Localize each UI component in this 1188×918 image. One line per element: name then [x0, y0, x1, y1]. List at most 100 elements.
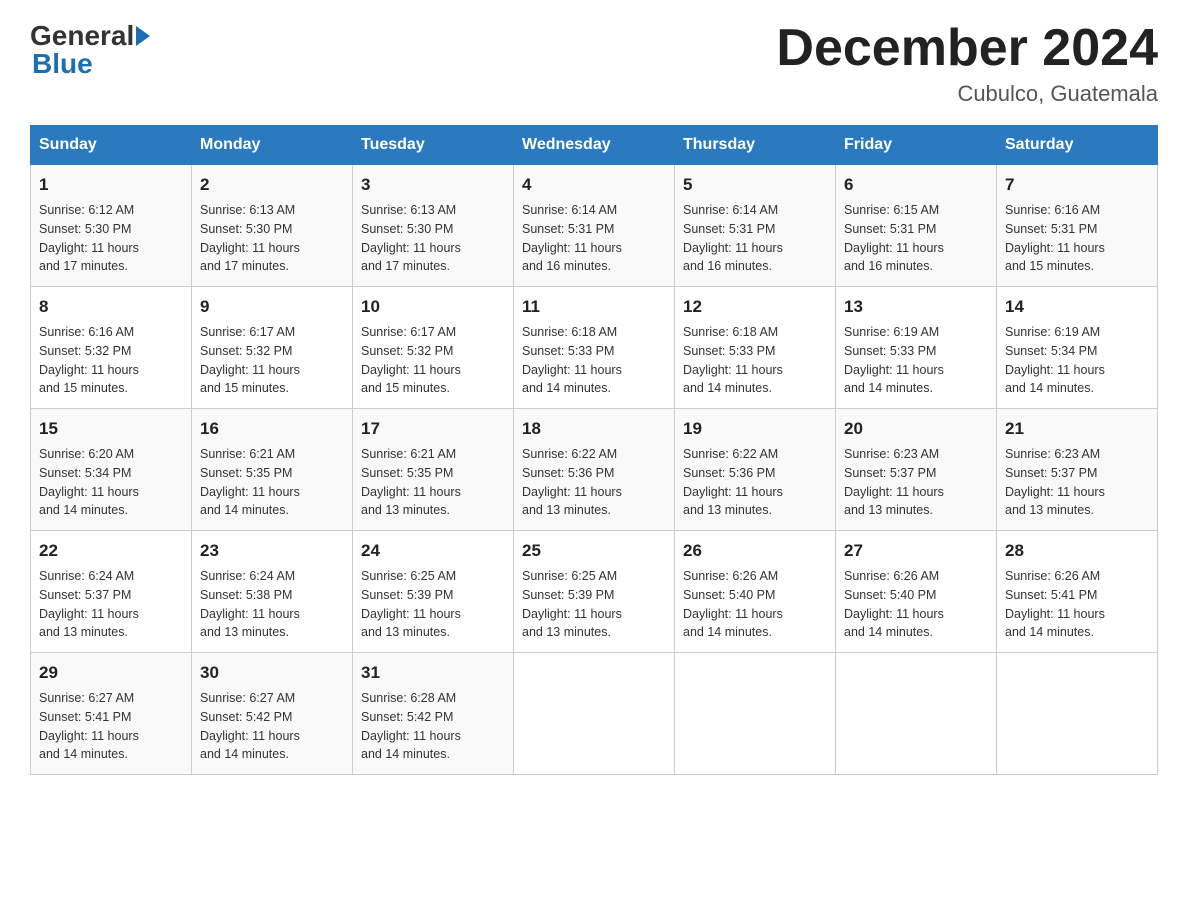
day-info: Sunrise: 6:13 AMSunset: 5:30 PMDaylight:… — [200, 203, 300, 274]
day-number: 25 — [522, 539, 666, 564]
day-number: 7 — [1005, 173, 1149, 198]
col-sunday: Sunday — [31, 126, 192, 165]
day-number: 4 — [522, 173, 666, 198]
calendar-cell — [836, 653, 997, 775]
calendar-cell — [675, 653, 836, 775]
day-info: Sunrise: 6:22 AMSunset: 5:36 PMDaylight:… — [683, 447, 783, 518]
day-number: 10 — [361, 295, 505, 320]
day-info: Sunrise: 6:12 AMSunset: 5:30 PMDaylight:… — [39, 203, 139, 274]
calendar-table: Sunday Monday Tuesday Wednesday Thursday… — [30, 125, 1158, 775]
day-info: Sunrise: 6:27 AMSunset: 5:41 PMDaylight:… — [39, 691, 139, 762]
day-number: 13 — [844, 295, 988, 320]
location: Cubulco, Guatemala — [776, 81, 1158, 107]
day-info: Sunrise: 6:21 AMSunset: 5:35 PMDaylight:… — [200, 447, 300, 518]
day-info: Sunrise: 6:19 AMSunset: 5:33 PMDaylight:… — [844, 325, 944, 396]
day-number: 22 — [39, 539, 183, 564]
col-friday: Friday — [836, 126, 997, 165]
day-info: Sunrise: 6:23 AMSunset: 5:37 PMDaylight:… — [1005, 447, 1105, 518]
calendar-cell: 14 Sunrise: 6:19 AMSunset: 5:34 PMDaylig… — [997, 287, 1158, 409]
page-header: General Blue December 2024 Cubulco, Guat… — [30, 20, 1158, 107]
day-info: Sunrise: 6:25 AMSunset: 5:39 PMDaylight:… — [361, 569, 461, 640]
day-info: Sunrise: 6:15 AMSunset: 5:31 PMDaylight:… — [844, 203, 944, 274]
day-number: 16 — [200, 417, 344, 442]
day-info: Sunrise: 6:27 AMSunset: 5:42 PMDaylight:… — [200, 691, 300, 762]
day-number: 1 — [39, 173, 183, 198]
calendar-cell: 7 Sunrise: 6:16 AMSunset: 5:31 PMDayligh… — [997, 165, 1158, 287]
calendar-week-4: 22 Sunrise: 6:24 AMSunset: 5:37 PMDaylig… — [31, 531, 1158, 653]
calendar-cell: 12 Sunrise: 6:18 AMSunset: 5:33 PMDaylig… — [675, 287, 836, 409]
calendar-cell: 10 Sunrise: 6:17 AMSunset: 5:32 PMDaylig… — [353, 287, 514, 409]
day-info: Sunrise: 6:14 AMSunset: 5:31 PMDaylight:… — [522, 203, 622, 274]
day-info: Sunrise: 6:23 AMSunset: 5:37 PMDaylight:… — [844, 447, 944, 518]
day-info: Sunrise: 6:17 AMSunset: 5:32 PMDaylight:… — [361, 325, 461, 396]
calendar-cell: 11 Sunrise: 6:18 AMSunset: 5:33 PMDaylig… — [514, 287, 675, 409]
day-info: Sunrise: 6:16 AMSunset: 5:32 PMDaylight:… — [39, 325, 139, 396]
day-info: Sunrise: 6:26 AMSunset: 5:40 PMDaylight:… — [844, 569, 944, 640]
col-saturday: Saturday — [997, 126, 1158, 165]
calendar-week-2: 8 Sunrise: 6:16 AMSunset: 5:32 PMDayligh… — [31, 287, 1158, 409]
calendar-cell: 29 Sunrise: 6:27 AMSunset: 5:41 PMDaylig… — [31, 653, 192, 775]
day-number: 15 — [39, 417, 183, 442]
day-info: Sunrise: 6:17 AMSunset: 5:32 PMDaylight:… — [200, 325, 300, 396]
day-number: 28 — [1005, 539, 1149, 564]
day-number: 9 — [200, 295, 344, 320]
calendar-cell: 9 Sunrise: 6:17 AMSunset: 5:32 PMDayligh… — [192, 287, 353, 409]
day-info: Sunrise: 6:28 AMSunset: 5:42 PMDaylight:… — [361, 691, 461, 762]
day-number: 11 — [522, 295, 666, 320]
logo: General Blue — [30, 20, 152, 80]
day-number: 21 — [1005, 417, 1149, 442]
calendar-cell: 1 Sunrise: 6:12 AMSunset: 5:30 PMDayligh… — [31, 165, 192, 287]
calendar-cell: 4 Sunrise: 6:14 AMSunset: 5:31 PMDayligh… — [514, 165, 675, 287]
calendar-cell: 16 Sunrise: 6:21 AMSunset: 5:35 PMDaylig… — [192, 409, 353, 531]
day-number: 8 — [39, 295, 183, 320]
calendar-cell: 8 Sunrise: 6:16 AMSunset: 5:32 PMDayligh… — [31, 287, 192, 409]
day-info: Sunrise: 6:20 AMSunset: 5:34 PMDaylight:… — [39, 447, 139, 518]
calendar-week-3: 15 Sunrise: 6:20 AMSunset: 5:34 PMDaylig… — [31, 409, 1158, 531]
day-info: Sunrise: 6:19 AMSunset: 5:34 PMDaylight:… — [1005, 325, 1105, 396]
calendar-cell: 18 Sunrise: 6:22 AMSunset: 5:36 PMDaylig… — [514, 409, 675, 531]
day-info: Sunrise: 6:13 AMSunset: 5:30 PMDaylight:… — [361, 203, 461, 274]
calendar-cell — [514, 653, 675, 775]
day-number: 5 — [683, 173, 827, 198]
calendar-cell: 28 Sunrise: 6:26 AMSunset: 5:41 PMDaylig… — [997, 531, 1158, 653]
day-number: 26 — [683, 539, 827, 564]
calendar-cell — [997, 653, 1158, 775]
day-number: 20 — [844, 417, 988, 442]
calendar-cell: 24 Sunrise: 6:25 AMSunset: 5:39 PMDaylig… — [353, 531, 514, 653]
day-info: Sunrise: 6:26 AMSunset: 5:41 PMDaylight:… — [1005, 569, 1105, 640]
calendar-week-1: 1 Sunrise: 6:12 AMSunset: 5:30 PMDayligh… — [31, 165, 1158, 287]
day-number: 24 — [361, 539, 505, 564]
calendar-cell: 21 Sunrise: 6:23 AMSunset: 5:37 PMDaylig… — [997, 409, 1158, 531]
calendar-cell: 27 Sunrise: 6:26 AMSunset: 5:40 PMDaylig… — [836, 531, 997, 653]
col-monday: Monday — [192, 126, 353, 165]
calendar-cell: 5 Sunrise: 6:14 AMSunset: 5:31 PMDayligh… — [675, 165, 836, 287]
calendar-cell: 20 Sunrise: 6:23 AMSunset: 5:37 PMDaylig… — [836, 409, 997, 531]
day-info: Sunrise: 6:18 AMSunset: 5:33 PMDaylight:… — [522, 325, 622, 396]
calendar-cell: 30 Sunrise: 6:27 AMSunset: 5:42 PMDaylig… — [192, 653, 353, 775]
col-tuesday: Tuesday — [353, 126, 514, 165]
day-number: 3 — [361, 173, 505, 198]
calendar-cell: 17 Sunrise: 6:21 AMSunset: 5:35 PMDaylig… — [353, 409, 514, 531]
calendar-cell: 13 Sunrise: 6:19 AMSunset: 5:33 PMDaylig… — [836, 287, 997, 409]
calendar-cell: 23 Sunrise: 6:24 AMSunset: 5:38 PMDaylig… — [192, 531, 353, 653]
logo-arrow-icon — [136, 26, 150, 46]
col-wednesday: Wednesday — [514, 126, 675, 165]
calendar-week-5: 29 Sunrise: 6:27 AMSunset: 5:41 PMDaylig… — [31, 653, 1158, 775]
day-info: Sunrise: 6:24 AMSunset: 5:37 PMDaylight:… — [39, 569, 139, 640]
header-row: Sunday Monday Tuesday Wednesday Thursday… — [31, 126, 1158, 165]
day-number: 12 — [683, 295, 827, 320]
day-info: Sunrise: 6:18 AMSunset: 5:33 PMDaylight:… — [683, 325, 783, 396]
day-number: 6 — [844, 173, 988, 198]
day-info: Sunrise: 6:16 AMSunset: 5:31 PMDaylight:… — [1005, 203, 1105, 274]
day-info: Sunrise: 6:22 AMSunset: 5:36 PMDaylight:… — [522, 447, 622, 518]
calendar-cell: 25 Sunrise: 6:25 AMSunset: 5:39 PMDaylig… — [514, 531, 675, 653]
day-info: Sunrise: 6:26 AMSunset: 5:40 PMDaylight:… — [683, 569, 783, 640]
calendar-cell: 19 Sunrise: 6:22 AMSunset: 5:36 PMDaylig… — [675, 409, 836, 531]
calendar-cell: 3 Sunrise: 6:13 AMSunset: 5:30 PMDayligh… — [353, 165, 514, 287]
day-number: 18 — [522, 417, 666, 442]
day-number: 31 — [361, 661, 505, 686]
day-number: 2 — [200, 173, 344, 198]
day-number: 17 — [361, 417, 505, 442]
day-info: Sunrise: 6:24 AMSunset: 5:38 PMDaylight:… — [200, 569, 300, 640]
calendar-cell: 26 Sunrise: 6:26 AMSunset: 5:40 PMDaylig… — [675, 531, 836, 653]
